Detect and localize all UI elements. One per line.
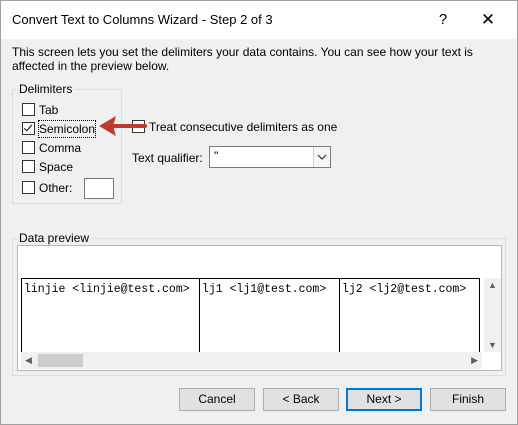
treat-consecutive-label[interactable]: Treat consecutive delimiters as one xyxy=(149,119,337,135)
cancel-button[interactable]: Cancel xyxy=(179,388,255,411)
text-qualifier-value: " xyxy=(214,149,219,163)
preview-cell: lj2 <lj2@test.com> xyxy=(342,283,467,296)
help-button[interactable]: ? xyxy=(427,7,459,33)
data-preview-pane: linjie <linjie@test.com> lj1 <lj1@test.c… xyxy=(17,245,502,371)
wizard-dialog: Convert Text to Columns Wizard - Step 2 … xyxy=(0,0,518,425)
preview-cell: linjie <linjie@test.com> xyxy=(24,283,190,296)
scroll-up-icon[interactable]: ▲ xyxy=(488,280,497,290)
comma-checkbox-box[interactable] xyxy=(22,141,35,154)
other-checkbox-box[interactable] xyxy=(22,181,35,194)
arrow-left-icon xyxy=(99,116,147,136)
horizontal-scroll-thumb[interactable] xyxy=(38,354,83,367)
preview-grid: linjie <linjie@test.com> lj1 <lj1@test.c… xyxy=(21,278,480,353)
scroll-left-icon[interactable]: ◀ xyxy=(25,355,32,366)
semicolon-checkbox-label[interactable]: Semicolon xyxy=(37,120,97,138)
data-preview-legend: Data preview xyxy=(17,231,92,245)
other-checkbox-label[interactable]: Other: xyxy=(39,180,72,196)
scroll-right-icon[interactable]: ▶ xyxy=(471,355,478,366)
preview-column[interactable]: linjie <linjie@test.com> xyxy=(22,279,200,353)
delimiters-legend: Delimiters xyxy=(17,82,75,96)
tab-checkbox-box[interactable] xyxy=(22,103,35,116)
next-button[interactable]: Next > xyxy=(346,388,422,411)
instructions-text: This screen lets you set the delimiters … xyxy=(12,45,473,73)
vertical-scrollbar[interactable]: ▲ ▼ xyxy=(484,278,501,352)
finish-button[interactable]: Finish xyxy=(430,388,506,411)
preview-column[interactable]: lj2 <lj2@test.com> xyxy=(340,279,480,353)
title-bar: Convert Text to Columns Wizard - Step 2 … xyxy=(1,1,517,39)
other-delimiter-input[interactable] xyxy=(84,178,114,199)
close-button[interactable]: ✕ xyxy=(472,7,504,33)
back-button[interactable]: < Back xyxy=(263,388,339,411)
semicolon-checkbox-box[interactable] xyxy=(22,122,35,135)
horizontal-scrollbar[interactable]: ◀ ▶ xyxy=(21,352,482,369)
window-title: Convert Text to Columns Wizard - Step 2 … xyxy=(12,12,273,27)
text-qualifier-label: Text qualifier: xyxy=(132,151,203,165)
space-checkbox-box[interactable] xyxy=(22,160,35,173)
tab-checkbox-label[interactable]: Tab xyxy=(39,102,58,118)
preview-cell: lj1 <lj1@test.com> xyxy=(202,283,327,296)
text-qualifier-select[interactable]: " xyxy=(209,146,331,168)
chevron-down-icon[interactable] xyxy=(313,147,330,167)
comma-checkbox-label[interactable]: Comma xyxy=(39,140,81,156)
space-checkbox-label[interactable]: Space xyxy=(39,159,73,175)
scroll-down-icon[interactable]: ▼ xyxy=(488,340,497,350)
preview-column[interactable]: lj1 <lj1@test.com> xyxy=(200,279,340,353)
